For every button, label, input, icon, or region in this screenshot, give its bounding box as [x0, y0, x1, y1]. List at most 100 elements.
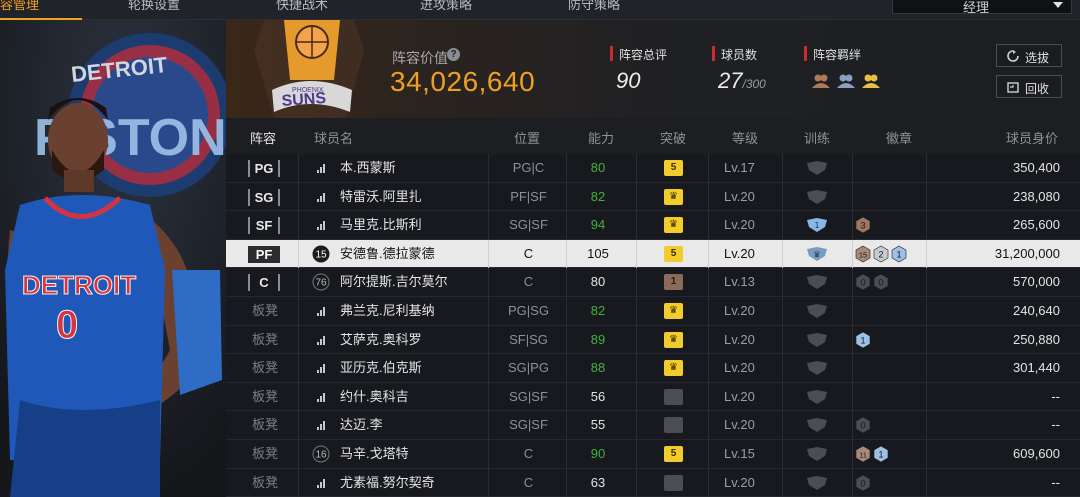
player-name: 马里克.比斯利 — [340, 217, 422, 233]
training-shield-icon[interactable] — [806, 446, 828, 462]
column-divider — [298, 239, 299, 269]
badge-hexagon-icon[interactable]: 1 — [890, 245, 908, 263]
table-row[interactable]: SG 特雷沃.阿里扎 PF|SF 82 ♛ Lv.20 238,080 — [226, 182, 1080, 212]
svg-text:1: 1 — [814, 221, 819, 230]
player-ability: 94 — [590, 217, 606, 233]
column-divider — [566, 411, 567, 440]
badge-hexagon-icon[interactable]: 0 — [854, 416, 872, 434]
column-divider — [566, 325, 567, 355]
training-shield-icon[interactable] — [806, 303, 828, 319]
badge-hexagon-icon[interactable]: 0 — [872, 273, 890, 291]
table-row[interactable]: 板凳 艾萨克.奥科罗 SF|SG 89 ♛ Lv.20 1 250,880 — [226, 325, 1080, 355]
player-level: Lv.20 — [724, 303, 755, 318]
bond-icons[interactable] — [810, 70, 890, 92]
training-shield-icon[interactable]: 1 — [806, 217, 828, 233]
training-shield-icon[interactable] — [806, 389, 828, 405]
col-badges[interactable]: 徽章 — [886, 128, 912, 147]
col-breakthrough[interactable]: 突破 — [660, 128, 686, 147]
player-worth: 570,000 — [1013, 274, 1060, 290]
column-divider — [636, 154, 637, 183]
player-position: C — [523, 245, 534, 261]
training-shield-icon[interactable] — [806, 160, 828, 176]
table-row[interactable]: 板凳 弗兰克.尼利基纳 PG|SG 82 ♛ Lv.20 240,640 — [226, 297, 1080, 326]
badge-hexagon-icon[interactable]: 2 — [872, 245, 890, 263]
column-divider — [566, 154, 567, 183]
table-row[interactable]: 板凳 16 马辛.戈塔特 C 90 5 Lv.15 11 1 609,600 — [226, 440, 1080, 469]
badge-hexagon-icon[interactable]: 0 — [854, 474, 872, 492]
tab-quick-tactics[interactable]: 快捷战术 — [276, 0, 328, 20]
training-shield-icon[interactable] — [806, 274, 828, 290]
col-level[interactable]: 等级 — [732, 128, 758, 147]
col-position[interactable]: 位置 — [514, 128, 540, 147]
badge-hexagon-icon[interactable]: 1 — [854, 331, 872, 349]
table-row[interactable]: PF 15 安德鲁.德拉蒙德 C 105 5 Lv.20 ♛ 15 2 1 31,200,000 — [226, 239, 1080, 269]
tab-rotation-settings[interactable]: 轮换设置 — [128, 0, 180, 20]
column-divider — [636, 268, 637, 297]
column-divider — [298, 468, 299, 497]
badge-hexagon-icon[interactable]: 0 — [854, 273, 872, 291]
table-row[interactable]: PG 本.西蒙斯 PG|C 80 5 Lv.17 350,400 — [226, 154, 1080, 183]
column-divider — [852, 411, 853, 440]
player-position: SG|SF — [509, 217, 548, 233]
column-divider — [636, 239, 637, 269]
manager-dropdown[interactable]: 经理 — [892, 0, 1072, 15]
table-row[interactable]: C 76 阿尔提斯.吉尔莫尔 C 80 1 Lv.13 0 0 570,000 — [226, 268, 1080, 297]
column-divider — [852, 468, 853, 497]
badge-hexagon-icon[interactable]: 11 — [854, 445, 872, 463]
col-worth[interactable]: 球员身价 — [1006, 128, 1058, 147]
column-divider — [566, 239, 567, 269]
badge-hexagon-icon[interactable]: 15 — [854, 245, 872, 263]
player-level: Lv.20 — [724, 388, 755, 404]
breakthrough-badge[interactable]: ♛ — [664, 188, 683, 205]
breakthrough-badge[interactable]: 5 — [664, 245, 683, 262]
breakthrough-badge[interactable] — [664, 474, 683, 491]
column-divider — [852, 440, 853, 469]
table-row[interactable]: 板凳 达迈.李 SG|SF 55 Lv.20 0 -- — [226, 411, 1080, 440]
team-logo: SUNS PHOENIX — [254, 20, 364, 118]
table-row[interactable]: 板凳 亚历克.伯克斯 SG|PG 88 ♛ Lv.20 301,440 — [226, 354, 1080, 383]
svg-text:3: 3 — [860, 221, 865, 231]
table-row[interactable]: 板凳 约什.奥科吉 SG|SF 56 Lv.20 -- — [226, 382, 1080, 412]
col-lineup[interactable]: 阵容 — [250, 128, 276, 147]
training-shield-icon[interactable]: ♛ — [806, 246, 828, 262]
bench-label: 板凳 — [252, 388, 279, 404]
tab-offense-strategy[interactable]: 进攻策略 — [420, 0, 472, 20]
help-icon[interactable]: ? — [447, 48, 460, 61]
tab-defense-strategy[interactable]: 防守策略 — [568, 0, 620, 20]
recycle-button[interactable]: 回收 — [996, 75, 1062, 98]
refresh-icon — [1007, 50, 1019, 62]
training-shield-icon[interactable] — [806, 189, 828, 205]
training-shield-icon[interactable] — [806, 417, 828, 433]
breakthrough-badge[interactable]: ♛ — [664, 303, 683, 319]
column-divider — [852, 325, 853, 355]
badge-hexagon-icon[interactable]: 3 — [854, 216, 872, 234]
table-row[interactable]: SF 马里克.比斯利 SG|SF 94 ♛ Lv.20 1 3 265,600 — [226, 211, 1080, 240]
column-divider — [488, 440, 489, 469]
breakthrough-badge[interactable]: 5 — [664, 446, 683, 462]
breakthrough-badge[interactable]: ♛ — [664, 331, 683, 348]
player-worth: 350,400 — [1013, 160, 1060, 175]
column-divider — [782, 411, 783, 440]
column-divider — [782, 239, 783, 269]
stat-marker — [712, 46, 715, 61]
badge-hexagon-icon[interactable]: 1 — [872, 445, 890, 463]
training-shield-icon[interactable] — [806, 475, 828, 491]
breakthrough-badge[interactable]: 5 — [664, 160, 683, 176]
breakthrough-badge[interactable]: ♛ — [664, 360, 683, 377]
column-divider — [566, 211, 567, 240]
player-worth: -- — [1051, 474, 1060, 490]
training-shield-icon[interactable] — [806, 332, 828, 348]
player-level: Lv.20 — [724, 217, 755, 233]
breakthrough-badge[interactable]: 1 — [664, 274, 683, 291]
tab-lineup-management[interactable]: 容管理 — [0, 0, 39, 20]
col-name[interactable]: 球员名 — [314, 128, 353, 147]
breakthrough-badge[interactable] — [664, 388, 683, 405]
draft-button[interactable]: 选拔 — [996, 44, 1062, 67]
col-training[interactable]: 训练 — [804, 128, 830, 147]
breakthrough-badge[interactable]: ♛ — [664, 217, 683, 234]
player-position: PG|C — [512, 160, 545, 175]
table-row[interactable]: 板凳 尤素福.努尔契奇 C 63 Lv.20 0 -- — [226, 468, 1080, 497]
col-ability[interactable]: 能力 — [588, 128, 614, 147]
training-shield-icon[interactable] — [806, 360, 828, 376]
breakthrough-badge[interactable] — [664, 417, 683, 434]
